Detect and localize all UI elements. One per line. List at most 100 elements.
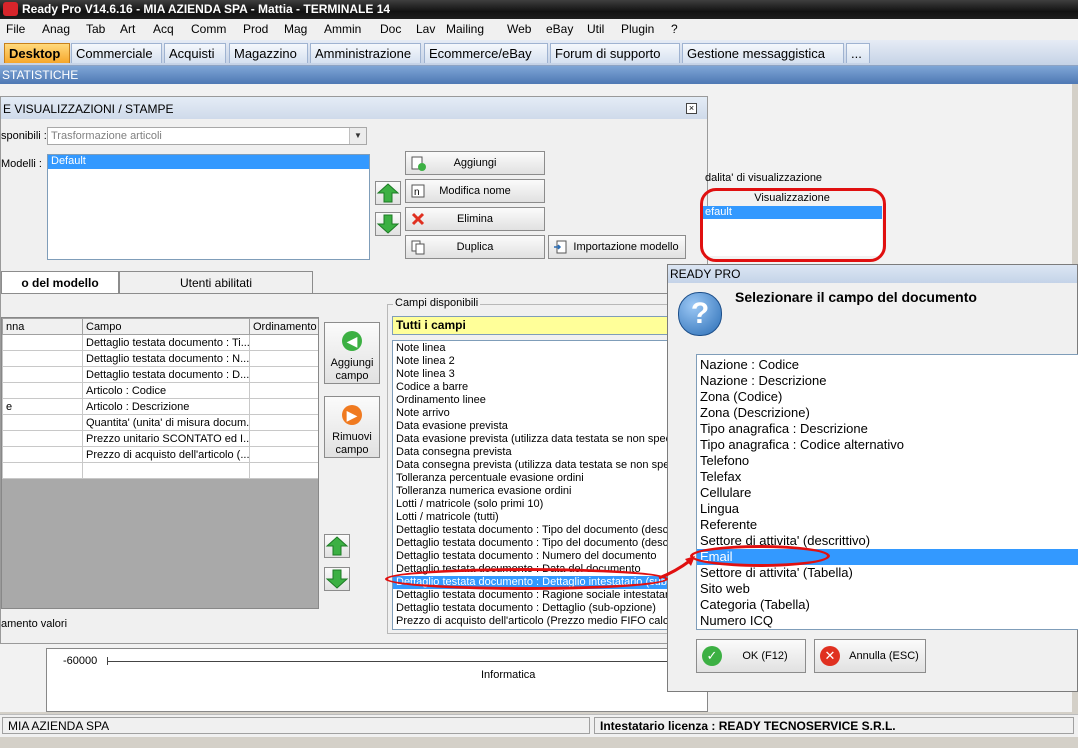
grid-header[interactable]: Campo <box>82 318 250 335</box>
ok-button[interactable]: ✓ OK (F12) <box>696 639 806 673</box>
model-item[interactable]: Default <box>48 155 369 169</box>
import-model-button[interactable]: Importazione modello <box>548 235 686 259</box>
menu-item-web[interactable]: Web <box>507 22 531 36</box>
list-item[interactable]: Tipo anagrafica : Descrizione <box>697 421 1078 437</box>
fields-grid[interactable]: nna Campo Ordinamento Dettaglio testata do… <box>2 318 318 479</box>
menu-item-prod[interactable]: Prod <box>243 22 268 36</box>
grid-header[interactable]: nna <box>2 318 83 335</box>
tab-magazzino[interactable]: Magazzino <box>229 43 308 63</box>
list-item[interactable]: Nazione : Descrizione <box>697 373 1078 389</box>
table-row[interactable]: Dettaglio testata documento : N... <box>2 350 318 367</box>
list-item[interactable]: Data evasione prevista (utilizza data te… <box>393 433 681 446</box>
tab-forum-di-supporto[interactable]: Forum di supporto <box>550 43 680 63</box>
list-item[interactable]: Dettaglio testata documento : Tipo del d… <box>393 537 681 550</box>
table-row[interactable]: Dettaglio testata documento : D... <box>2 366 318 383</box>
list-item[interactable]: Telefax <box>697 469 1078 485</box>
duplicate-model-button[interactable]: Duplica <box>405 235 545 259</box>
menu-item-mag[interactable]: Mag <box>284 22 307 36</box>
grid-cell[interactable]: Prezzo di acquisto dell'articolo (... <box>82 446 250 463</box>
menu-item-mailing[interactable]: Mailing <box>446 22 484 36</box>
tab-enabled-users[interactable]: Utenti abilitati <box>119 271 313 293</box>
fields-filter[interactable]: Tutti i campi <box>392 316 682 335</box>
menu-item-acq[interactable]: Acq <box>153 22 174 36</box>
rename-model-button[interactable]: n Modifica nome <box>405 179 545 203</box>
grid-cell[interactable] <box>249 366 318 383</box>
list-item[interactable]: Note linea <box>393 342 681 355</box>
menu-item-doc[interactable]: Doc <box>380 22 401 36</box>
list-item[interactable]: Tolleranza percentuale evasione ordini <box>393 472 681 485</box>
list-item[interactable]: Dettaglio testata documento : Ragione so… <box>393 589 681 602</box>
table-row[interactable] <box>2 462 318 479</box>
grid-cell[interactable]: Dettaglio testata documento : D... <box>82 366 250 383</box>
grid-cell[interactable] <box>249 446 318 463</box>
menu-item-tab[interactable]: Tab <box>86 22 105 36</box>
add-field-button[interactable]: ◀ Aggiungi campo <box>324 322 380 384</box>
list-item[interactable]: Note arrivo <box>393 407 681 420</box>
grid-cell[interactable] <box>249 398 318 415</box>
table-row[interactable]: Quantita' (unita' di misura docum... <box>2 414 318 431</box>
tab-ecommerce-ebay[interactable]: Ecommerce/eBay <box>424 43 548 63</box>
grid-cell[interactable] <box>249 462 318 479</box>
list-item[interactable]: Tipo anagrafica : Codice alternativo <box>697 437 1078 453</box>
delete-model-button[interactable]: Elimina <box>405 207 545 231</box>
grid-cell[interactable] <box>2 382 83 399</box>
field-move-up-button[interactable] <box>324 534 350 558</box>
grid-cell[interactable]: Articolo : Descrizione <box>82 398 250 415</box>
menu-item-util[interactable]: Util <box>587 22 604 36</box>
list-item[interactable]: Referente <box>697 517 1078 533</box>
grid-cell[interactable] <box>2 414 83 431</box>
list-item[interactable]: Data consegna prevista (utilizza data te… <box>393 459 681 472</box>
grid-cell[interactable] <box>249 382 318 399</box>
remove-field-button[interactable]: ▶ Rimuovi campo <box>324 396 380 458</box>
grid-cell[interactable]: Prezzo unitario SCONTATO ed I... <box>82 430 250 447</box>
move-down-button[interactable] <box>375 212 401 236</box>
list-item[interactable]: Dettaglio testata documento : Tipo del d… <box>393 524 681 537</box>
tab-commerciale[interactable]: Commerciale <box>71 43 162 63</box>
menu-item-anag[interactable]: Anag <box>42 22 70 36</box>
list-item[interactable]: Zona (Descrizione) <box>697 405 1078 421</box>
grid-cell[interactable] <box>2 334 83 351</box>
list-item[interactable]: Note linea 2 <box>393 355 681 368</box>
list-item[interactable]: Note linea 3 <box>393 368 681 381</box>
menu-item-lav[interactable]: Lav <box>416 22 435 36</box>
table-row[interactable]: Articolo : Codice <box>2 382 318 399</box>
menu-item-ebay[interactable]: eBay <box>546 22 573 36</box>
list-item[interactable]: Lingua <box>697 501 1078 517</box>
list-item[interactable]: Cellulare <box>697 485 1078 501</box>
tab-model-details[interactable]: o del modello <box>1 271 119 293</box>
cancel-button[interactable]: ✕ Annulla (ESC) <box>814 639 926 673</box>
tab-more[interactable]: ... <box>846 43 870 63</box>
list-item[interactable]: Settore di attivita' (Tabella) <box>697 565 1078 581</box>
menu-item-ammin[interactable]: Ammin <box>324 22 361 36</box>
grid-cell[interactable] <box>2 446 83 463</box>
tab-desktop[interactable]: Desktop <box>4 43 70 63</box>
grid-cell[interactable]: Dettaglio testata documento : N... <box>82 350 250 367</box>
list-item[interactable]: Ordinamento linee <box>393 394 681 407</box>
list-item[interactable]: Dettaglio testata documento : Dettaglio … <box>393 602 681 615</box>
menu-item-plugin[interactable]: Plugin <box>621 22 654 36</box>
list-item[interactable]: Prezzo di acquisto dell'articolo (Prezzo… <box>393 615 681 628</box>
chevron-down-icon[interactable]: ▼ <box>349 128 366 144</box>
grid-cell[interactable]: Dettaglio testata documento : Ti... <box>82 334 250 351</box>
list-item[interactable]: Nazione : Codice <box>697 357 1078 373</box>
table-row[interactable]: Prezzo unitario SCONTATO ed I... <box>2 430 318 447</box>
menu-item-comm[interactable]: Comm <box>191 22 226 36</box>
close-icon[interactable]: × <box>686 103 697 114</box>
table-row[interactable]: e Articolo : Descrizione <box>2 398 318 415</box>
available-combo[interactable]: Trasformazione articoli ▼ <box>47 127 367 145</box>
menu-item-help[interactable]: ? <box>671 22 678 36</box>
tab-gestione-messaggistica[interactable]: Gestione messaggistica <box>682 43 844 63</box>
list-item[interactable]: Data evasione prevista <box>393 420 681 433</box>
menu-item-file[interactable]: File <box>6 22 25 36</box>
list-item[interactable]: Lotti / matricole (solo primi 10) <box>393 498 681 511</box>
models-list[interactable]: Default <box>47 154 370 260</box>
grid-cell[interactable] <box>249 414 318 431</box>
field-move-down-button[interactable] <box>324 567 350 591</box>
list-item[interactable]: Data consegna prevista <box>393 446 681 459</box>
list-item[interactable]: Categoria (Tabella) <box>697 597 1078 613</box>
list-item[interactable]: Numero ICQ <box>697 613 1078 629</box>
list-item[interactable]: Lotti / matricole (tutti) <box>393 511 681 524</box>
grid-cell[interactable] <box>2 350 83 367</box>
grid-cell[interactable]: Quantita' (unita' di misura docum... <box>82 414 250 431</box>
grid-cell[interactable] <box>2 366 83 383</box>
